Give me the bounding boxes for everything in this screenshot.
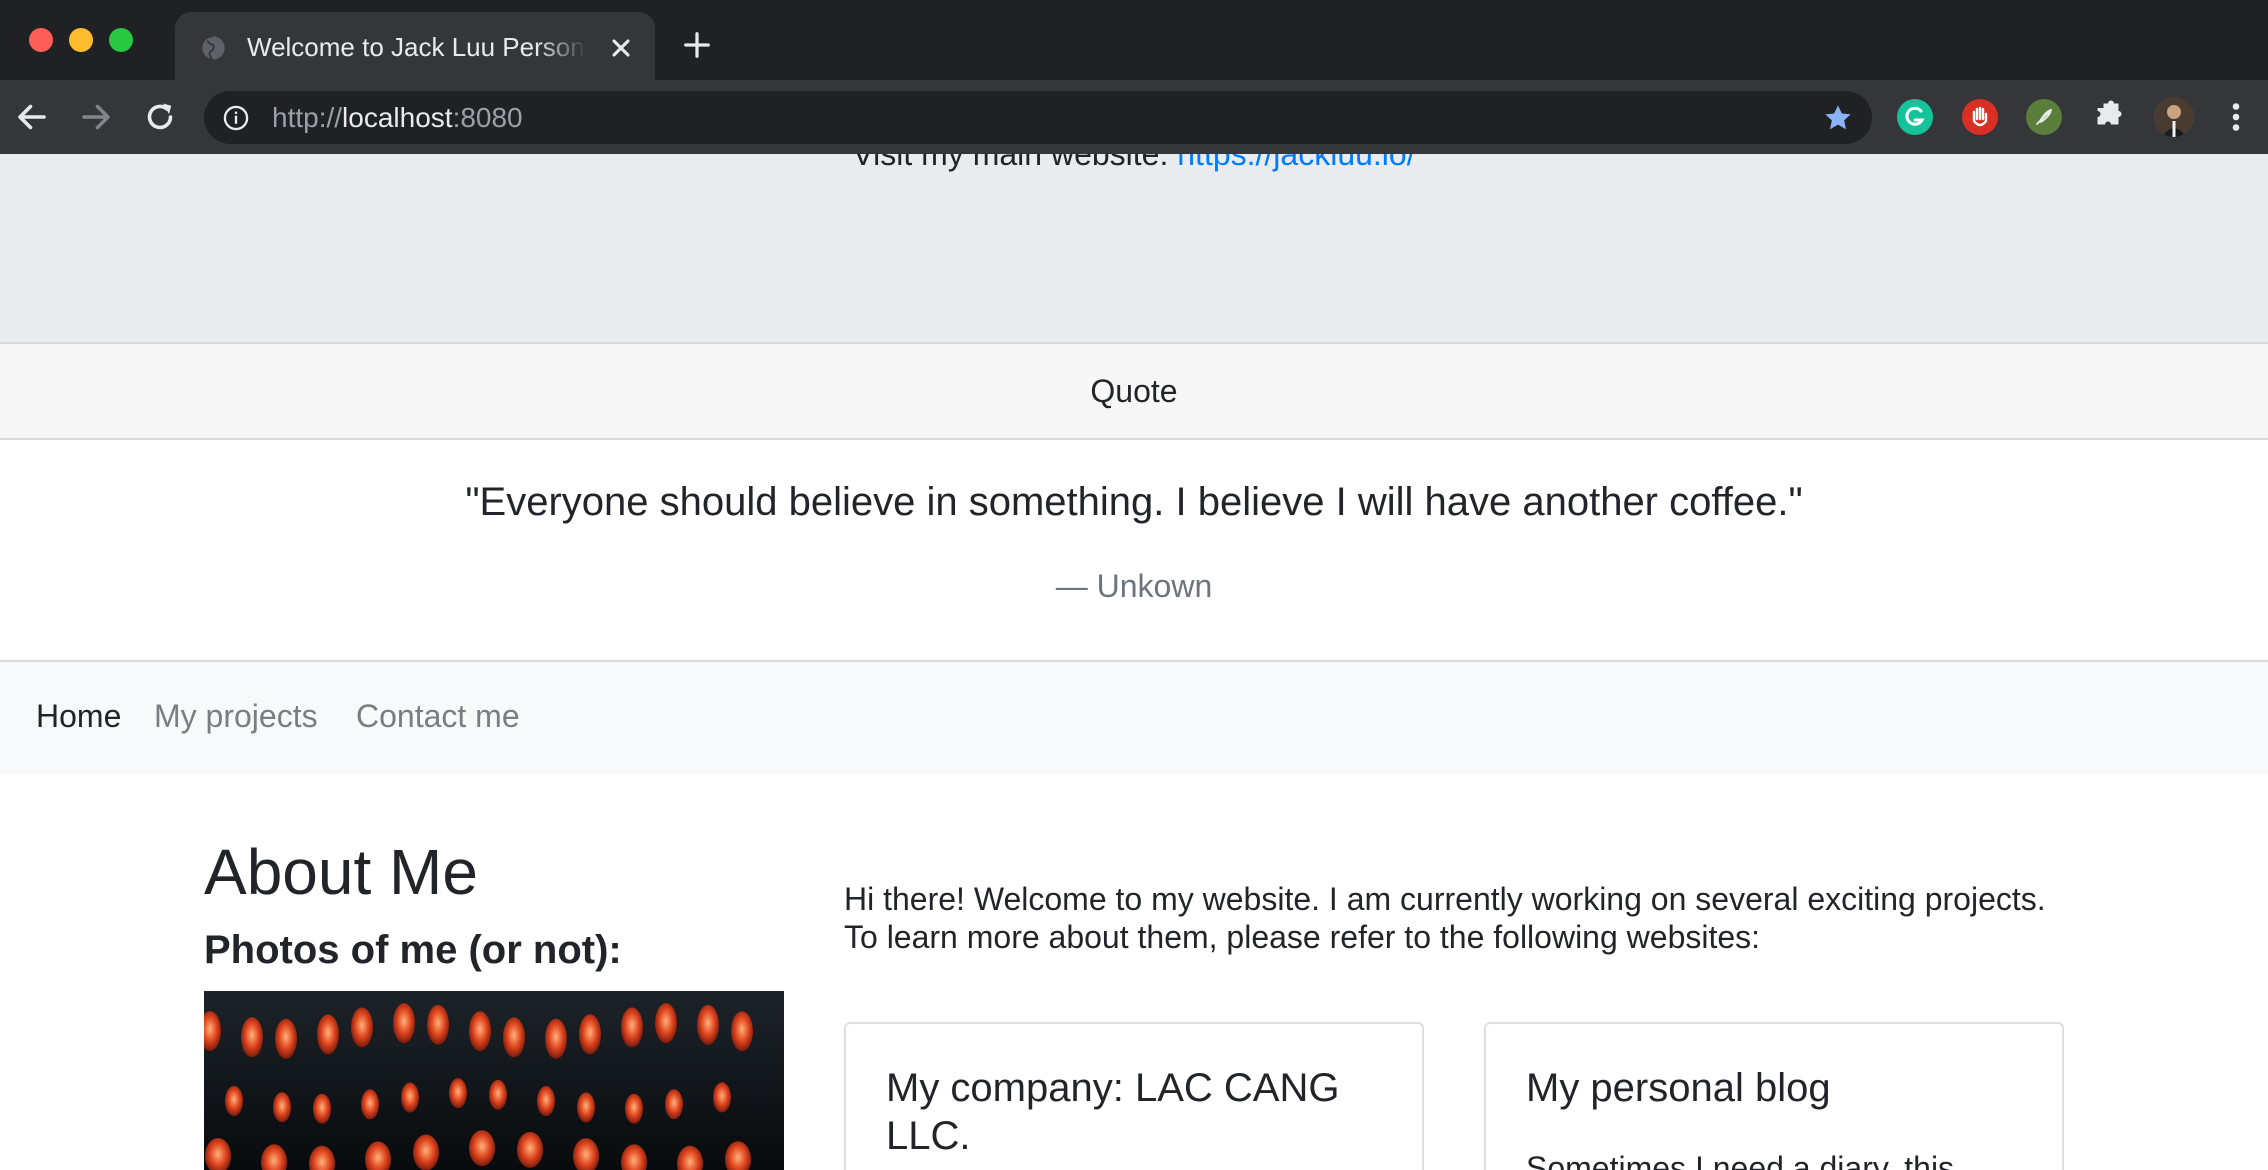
- lantern-shape: [489, 1079, 507, 1110]
- lantern-shape: [625, 1093, 643, 1124]
- lantern-shape: [361, 1089, 379, 1120]
- tab-title: Welcome to Jack Luu Personal: [247, 32, 587, 62]
- grammarly-extension-icon[interactable]: [1897, 99, 1933, 135]
- lantern-shape: [427, 1004, 449, 1045]
- lantern-shape: [225, 1086, 243, 1116]
- bookmark-star-icon[interactable]: [1822, 102, 1854, 134]
- lantern-shape: [713, 1082, 731, 1113]
- lantern-shape: [537, 1086, 555, 1117]
- blog-card: My personal blog Sometimes I need a diar…: [1484, 1022, 2064, 1170]
- quote-text: "Everyone should believe in something. I…: [465, 480, 1803, 524]
- quote-card: Quote "Everyone should believe in someth…: [0, 342, 2268, 662]
- jumbotron: Visit my main website: https://jackluu.i…: [0, 154, 2268, 342]
- lantern-shape: [413, 1134, 439, 1170]
- lanterns-image: [204, 991, 784, 1170]
- card-title: My personal blog: [1526, 1066, 1831, 1110]
- url-text[interactable]: http://localhost:8080: [272, 101, 523, 135]
- forward-arrow-icon[interactable]: [78, 99, 114, 135]
- site-navbar: Home My projects Contact me: [0, 662, 2268, 774]
- url-port: :8080: [452, 102, 523, 133]
- browser-tab[interactable]: Welcome to Jack Luu Personal: [175, 12, 655, 80]
- feather-extension-icon[interactable]: [2026, 99, 2062, 135]
- minimize-window-button[interactable]: [69, 28, 93, 52]
- globe-icon: [200, 35, 225, 61]
- company-card: My company: LAC CANG LLC.: [844, 1022, 1424, 1170]
- address-bar[interactable]: http://localhost:8080: [204, 91, 1872, 144]
- lantern-shape: [241, 1017, 263, 1058]
- intro-paragraph: Hi there! Welcome to my website. I am cu…: [844, 881, 2046, 955]
- visit-line: Visit my main website: https://jackluu.i…: [0, 154, 2268, 174]
- close-tab-icon[interactable]: [607, 34, 635, 62]
- lantern-shape: [517, 1131, 543, 1168]
- maximize-window-button[interactable]: [109, 28, 133, 52]
- lantern-shape: [393, 1003, 415, 1044]
- nav-link-home[interactable]: Home: [36, 696, 121, 736]
- more-menu-icon[interactable]: [2224, 99, 2248, 135]
- lantern-shape: [621, 1007, 643, 1048]
- browser-toolbar: http://localhost:8080: [0, 80, 2268, 154]
- lantern-shape: [275, 1018, 297, 1059]
- lantern-shape: [449, 1078, 467, 1109]
- new-tab-icon[interactable]: [682, 30, 712, 60]
- profile-avatar[interactable]: [2154, 97, 2194, 137]
- about-me-heading: About Me: [204, 836, 478, 908]
- page-viewport: Visit my main website: https://jackluu.i…: [0, 154, 2268, 1170]
- url-host: localhost: [342, 102, 453, 133]
- lantern-shape: [351, 1007, 373, 1048]
- adblock-extension-icon[interactable]: [1962, 99, 1998, 135]
- nav-link-my-projects[interactable]: My projects: [154, 696, 318, 736]
- info-icon[interactable]: [222, 104, 250, 132]
- lantern-shape: [401, 1082, 419, 1113]
- reload-icon[interactable]: [142, 99, 178, 135]
- close-window-button[interactable]: [29, 28, 53, 52]
- browser-tab-bar: Welcome to Jack Luu Personal: [0, 0, 2268, 80]
- lantern-shape: [503, 1017, 525, 1058]
- lantern-shape: [469, 1011, 491, 1052]
- photos-heading: Photos of me (or not):: [204, 928, 622, 972]
- card-text: Sometimes I need a diary, this: [1526, 1150, 1955, 1170]
- lantern-shape: [655, 1003, 677, 1044]
- lantern-shape: [545, 1018, 567, 1059]
- visit-label: Visit my main website:: [852, 154, 1178, 172]
- card-title: My company: LAC CANG LLC.: [886, 1066, 1340, 1158]
- lantern-shape: [577, 1092, 595, 1123]
- main-website-link[interactable]: https://jackluu.io/: [1177, 154, 1415, 172]
- lantern-shape: [697, 1004, 719, 1045]
- lantern-shape: [579, 1014, 601, 1055]
- lantern-shape: [731, 1011, 753, 1052]
- quote-card-header: Quote: [0, 344, 2268, 440]
- lantern-shape: [313, 1093, 331, 1124]
- nav-link-contact-me[interactable]: Contact me: [356, 696, 520, 736]
- lantern-shape: [469, 1130, 495, 1167]
- quote-author: — Unkown: [1055, 568, 1213, 604]
- url-scheme: http://: [272, 102, 343, 133]
- lantern-shape: [273, 1092, 291, 1123]
- lanterns-photo: [204, 991, 784, 1170]
- back-arrow-icon[interactable]: [14, 99, 50, 135]
- lantern-shape: [317, 1014, 339, 1055]
- lantern-shape: [665, 1089, 683, 1120]
- extensions-puzzle-icon[interactable]: [2090, 99, 2126, 135]
